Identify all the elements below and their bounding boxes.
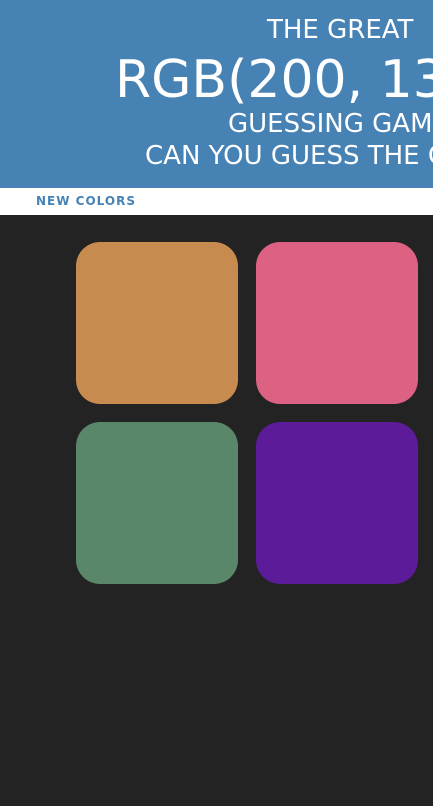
color-square[interactable] [76, 242, 238, 404]
title-line-3: GUESSING GAM [228, 109, 433, 139]
color-square[interactable] [76, 422, 238, 584]
toolbar-stripe: NEW COLORS [0, 188, 433, 215]
header: THE GREAT RGB(200, 139 GUESSING GAM CAN … [0, 0, 433, 188]
title-line-4: CAN YOU GUESS THE C [145, 141, 433, 171]
color-square[interactable] [256, 242, 418, 404]
color-board [0, 215, 433, 806]
title-line-1: THE GREAT [267, 15, 414, 45]
target-color-display: RGB(200, 139 [115, 50, 433, 110]
new-colors-button[interactable]: NEW COLORS [28, 188, 144, 215]
color-square[interactable] [256, 422, 418, 584]
